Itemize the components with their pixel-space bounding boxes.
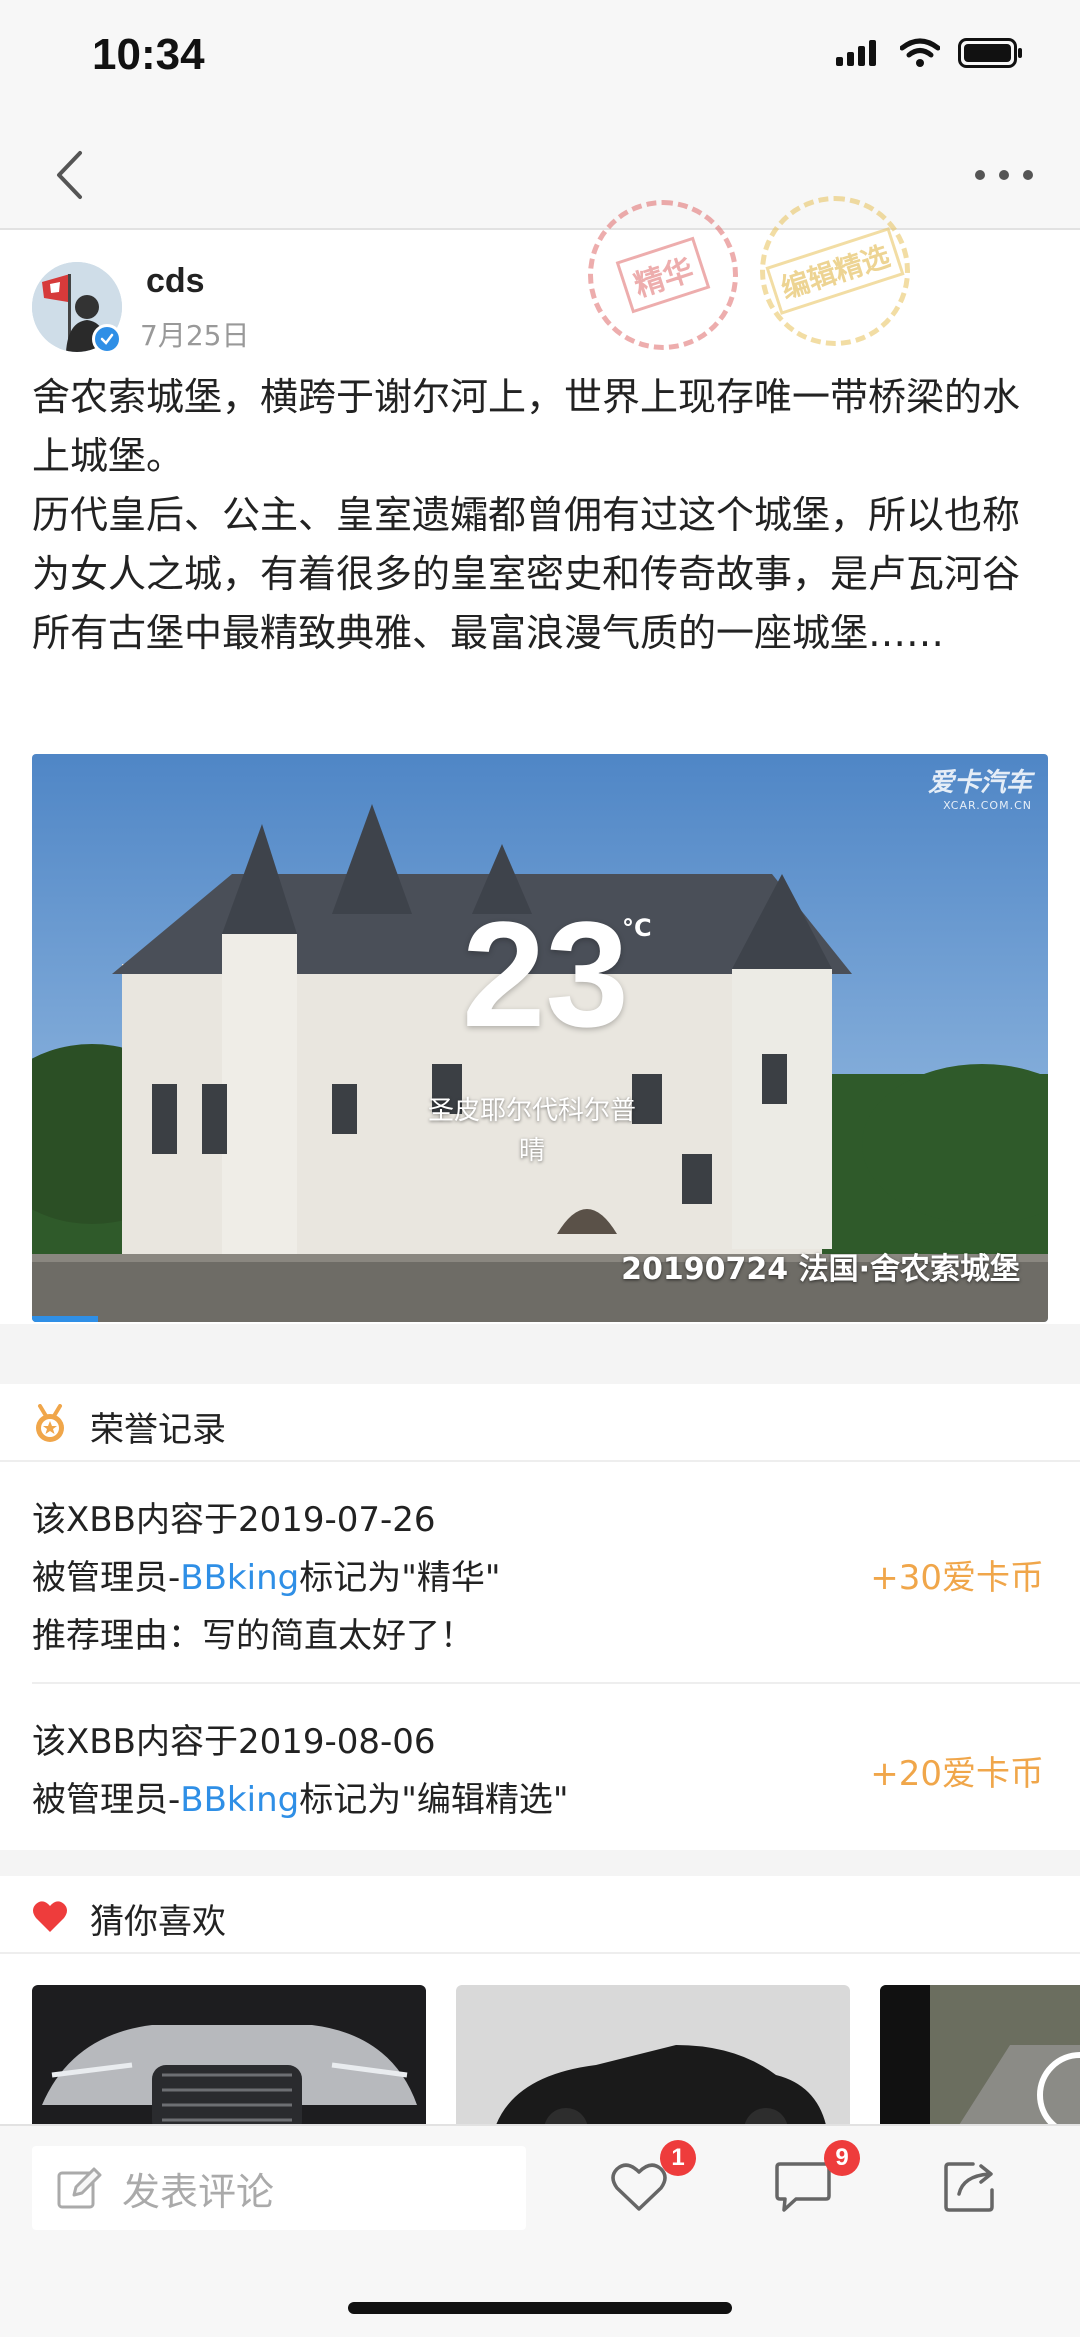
video-player[interactable]: 爱卡汽车 XCAR.COM.CN 23 °C 圣皮耶尔代科尔普 晴 201907…: [32, 754, 1048, 1322]
admin-link[interactable]: BBking: [180, 1558, 299, 1598]
honor-section-header: 荣誉记录: [0, 1384, 1080, 1462]
more-icon: [975, 170, 1033, 180]
honor-date-line: 该XBB内容于2019-08-06: [32, 1722, 436, 1762]
heart-icon: [33, 1901, 67, 1932]
essence-stamp-label: 精华: [615, 236, 711, 314]
status-bar: 10:34: [0, 0, 1080, 120]
status-icons: [836, 38, 1024, 72]
recommend-list: [0, 1955, 1080, 2125]
back-button[interactable]: [36, 142, 102, 208]
admin-link[interactable]: BBking: [180, 1780, 299, 1820]
location-name: 圣皮耶尔代科尔普: [427, 1096, 636, 1126]
medal-icon: [36, 1404, 64, 1442]
nav-bar: [0, 120, 1080, 230]
honor-admin-suffix: 标记为"精华": [299, 1558, 501, 1598]
bottom-toolbar: 发表评论 1 9: [0, 2124, 1080, 2337]
honor-section-title: 荣誉记录: [90, 1410, 226, 1450]
recommend-section-title: 猜你喜欢: [90, 1902, 226, 1942]
recommend-card[interactable]: [880, 1985, 1080, 2125]
comment-input[interactable]: 发表评论: [32, 2146, 526, 2230]
post-paragraph: 历代皇后、公主、皇室遗孀都曾佣有过这个城堡，所以也称为女人之城，有着很多的皇室密…: [32, 493, 1021, 655]
recommend-section-header: 猜你喜欢: [0, 1876, 1080, 1954]
signal-icon: [836, 40, 882, 70]
chevron-left-icon: [57, 151, 82, 199]
section-gap: [0, 1324, 1080, 1384]
video-watermark: 爱卡汽车 XCAR.COM.CN: [928, 762, 1032, 812]
home-indicator[interactable]: [348, 2302, 732, 2314]
author-name[interactable]: cds: [146, 262, 205, 301]
comment-placeholder: 发表评论: [122, 2169, 275, 2214]
post-paragraph: 舍农索城堡，横跨于谢尔河上，世界上现存唯一带桥梁的水上城堡。: [32, 375, 1021, 478]
honor-date-line: 该XBB内容于2019-07-26: [32, 1500, 436, 1540]
share-icon: [944, 2162, 994, 2212]
essence-stamp: 精华: [588, 200, 738, 350]
car-thumbnail: [32, 1985, 426, 2125]
honor-admin-line: 被管理员-BBking标记为"编辑精选": [32, 1772, 568, 1821]
honor-reward: +30爱卡币: [870, 1558, 1044, 1598]
car-thumbnail: [456, 1985, 850, 2125]
like-button[interactable]: 1: [604, 2140, 696, 2222]
honor-admin-line: 被管理员-BBking标记为"精华": [32, 1550, 500, 1599]
honor-reward: +20爱卡币: [870, 1754, 1044, 1794]
honor-record-item: 该XBB内容于2019-07-26 被管理员-BBking标记为"精华" 推荐理…: [0, 1462, 1080, 1682]
battery-icon: [958, 38, 1024, 72]
video-caption: 20190724 法国·舍农索城堡: [621, 1252, 1020, 1287]
watermark-sub-text: XCAR.COM.CN: [943, 799, 1032, 812]
section-gap: [0, 1850, 1080, 1876]
wifi-icon: [899, 38, 941, 72]
comment-bubble-icon: [775, 2162, 831, 2212]
more-button[interactable]: [964, 142, 1044, 208]
temperature: 23: [462, 890, 629, 1058]
like-count-badge: 1: [660, 2140, 696, 2176]
honor-admin-suffix: 标记为"编辑精选": [299, 1780, 569, 1820]
post-body: 舍农索城堡，横跨于谢尔河上，世界上现存唯一带桥梁的水上城堡。 历代皇后、公主、皇…: [32, 368, 1042, 663]
edit-icon: [57, 2167, 102, 2209]
road-thumbnail: [880, 1985, 1080, 2125]
honor-reason: 推荐理由：写的简直太好了！: [32, 1616, 474, 1656]
weather-text: 晴: [518, 1136, 545, 1166]
video-progress-bar[interactable]: [32, 1316, 99, 1322]
honor-record-item: 该XBB内容于2019-08-06 被管理员-BBking标记为"编辑精选" +…: [0, 1684, 1080, 1850]
recommend-card[interactable]: [32, 1985, 426, 2125]
share-button[interactable]: [936, 2152, 1006, 2222]
watermark-logo-text: 爱卡汽车: [927, 768, 1032, 798]
comment-count-badge: 9: [824, 2140, 860, 2176]
post-date: 7月25日: [140, 319, 250, 352]
editor-pick-stamp-label: 编辑精选: [765, 227, 905, 315]
heart-outline-icon: [611, 2163, 667, 2211]
recommend-card[interactable]: [456, 1985, 850, 2125]
verified-badge-icon: [92, 324, 122, 354]
comment-button[interactable]: 9: [768, 2140, 860, 2222]
honor-admin-prefix: 被管理员-: [32, 1558, 181, 1598]
temperature-unit: °C: [622, 914, 652, 942]
status-time: 10:34: [92, 30, 205, 79]
honor-admin-prefix: 被管理员-: [32, 1780, 181, 1820]
editor-pick-stamp: 编辑精选: [760, 196, 910, 346]
post-header: cds 7月25日: [0, 232, 1080, 362]
